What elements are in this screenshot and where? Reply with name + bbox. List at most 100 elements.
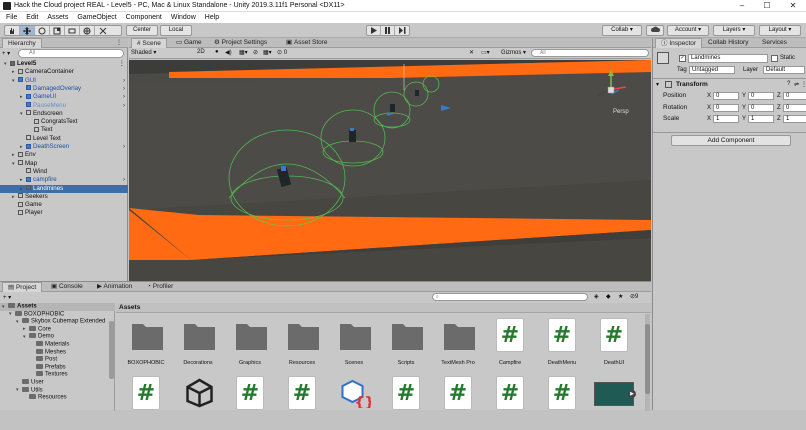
menu-edit[interactable]: Edit (26, 14, 38, 21)
transform-y-field[interactable]: 0 (748, 92, 774, 100)
asset-item[interactable]: # DeathMenu (536, 314, 588, 372)
project-tree-item[interactable]: ▾ Utils (0, 386, 115, 395)
hierarchy-item[interactable]: ▾ Level5 ⋮ (0, 60, 128, 68)
custom-tool-icon[interactable] (95, 26, 110, 35)
tab-inspector[interactable]: ⓘ Inspector (655, 38, 703, 48)
hierarchy-item[interactable]: ▾ Endscreen (0, 110, 128, 118)
hierarchy-item[interactable]: ▸ GameUI › (0, 93, 128, 101)
minimize-button[interactable]: – (730, 0, 754, 12)
menu-assets[interactable]: Assets (47, 14, 68, 21)
gizmos-dropdown[interactable]: Gizmos ▾ (501, 49, 526, 56)
project-tree-item[interactable]: Textures (0, 371, 115, 379)
menu-component[interactable]: Component (126, 14, 162, 21)
asset-item[interactable]: # (380, 372, 432, 430)
effects-icon[interactable]: ▦▾ (239, 49, 248, 56)
hidden-objects-icon[interactable]: ⊘ (253, 49, 258, 56)
hierarchy-item[interactable]: Player (0, 209, 128, 217)
asset-item[interactable]: # (276, 372, 328, 430)
tab-profiler[interactable]: ◔ Profiler (142, 282, 178, 292)
add-component-button[interactable]: Add Component (671, 135, 791, 146)
asset-item[interactable]: Resources (276, 314, 328, 372)
hierarchy-item[interactable]: CongratsText (0, 118, 128, 126)
tag-dropdown[interactable]: Untagged (689, 66, 735, 74)
static-checkbox[interactable] (771, 55, 778, 62)
asset-item[interactable]: # (432, 372, 484, 430)
help-icon[interactable]: ? (787, 81, 790, 87)
hierarchy-item[interactable]: ▸ DeathScreen › (0, 143, 128, 151)
transform-z-field[interactable]: 1 (783, 115, 806, 123)
asset-item[interactable]: Graphics (224, 314, 276, 372)
mode-2d-toggle[interactable]: 2D (197, 49, 205, 55)
prefab-open-icon[interactable]: › (123, 176, 125, 184)
scene-search-input[interactable]: All (531, 49, 649, 57)
prefab-open-icon[interactable]: › (123, 93, 125, 101)
axis-z-label[interactable]: Z (777, 105, 781, 111)
breadcrumb[interactable]: Assets (116, 303, 651, 313)
transform-z-field[interactable]: 0 (783, 103, 806, 112)
layer-dropdown[interactable]: Default (763, 66, 805, 74)
project-tree-item[interactable]: Post (0, 356, 115, 364)
transform-x-field[interactable]: 0 (713, 92, 739, 100)
asset-item[interactable]: # (536, 372, 588, 430)
hand-tool-icon[interactable] (5, 26, 20, 35)
lighting-icon[interactable]: ● (215, 49, 219, 55)
axis-z-label[interactable]: Z (777, 93, 781, 99)
hierarchy-item[interactable]: ▸ Env (0, 151, 128, 159)
asset-item[interactable]: # Campfire (484, 314, 536, 372)
axis-y-label[interactable]: Y (742, 116, 746, 122)
tab-project[interactable]: ▤ Project (2, 282, 43, 292)
tools-icon[interactable]: ✕ (469, 49, 474, 56)
asset-item[interactable]: # (120, 372, 172, 430)
prefab-open-icon[interactable]: › (123, 102, 125, 110)
tab-asset-store[interactable]: ▣ Asset Store (281, 38, 333, 48)
camera-icon[interactable]: ▭▾ (481, 49, 490, 56)
menu-window[interactable]: Window (171, 14, 196, 21)
asset-item[interactable]: Scripts (380, 314, 432, 372)
filter-label-icon[interactable]: ◆ (606, 293, 611, 300)
layers-dropdown[interactable]: Layers ▾ (713, 25, 755, 36)
step-icon[interactable] (395, 26, 409, 35)
hierarchy-item[interactable]: ▸ Landmines (0, 184, 128, 193)
hierarchy-add-button[interactable]: + ▾ (2, 50, 10, 57)
panel-menu-icon[interactable]: ⋮ (116, 39, 122, 46)
asset-item[interactable]: ▶ (588, 372, 640, 430)
project-tree-item[interactable]: User (0, 379, 115, 387)
axis-x-label[interactable]: X (707, 93, 711, 99)
hierarchy-item[interactable]: ▾ Map (0, 160, 128, 168)
transform-foldout[interactable]: ▾ (656, 81, 659, 88)
tab-scene[interactable]: # Scene (131, 38, 167, 48)
pause-icon[interactable] (381, 26, 396, 35)
space-toggle[interactable]: Local (160, 25, 192, 36)
asset-item[interactable]: Scenes (328, 314, 380, 372)
grid-scrollbar[interactable] (645, 314, 650, 411)
component-menu-icon[interactable]: ⋮ (801, 81, 806, 88)
transform-y-field[interactable]: 0 (748, 103, 774, 112)
project-tree-item[interactable]: Meshes (0, 348, 115, 357)
project-tree-item[interactable]: ▾ Assets (0, 303, 115, 311)
filter-type-icon[interactable]: ◈ (594, 293, 599, 300)
hierarchy-item[interactable]: ▾ GUI › (0, 77, 128, 85)
project-tree-item[interactable]: Materials (0, 341, 115, 349)
object-name-field[interactable]: Landmines (688, 54, 768, 63)
asset-item[interactable]: # (224, 372, 276, 430)
tab-animation[interactable]: ▶ Animation (92, 282, 137, 292)
grid-icon[interactable]: ▦▾ (263, 49, 272, 56)
axis-x-label[interactable]: X (707, 105, 711, 111)
tree-scrollbar[interactable] (109, 321, 114, 379)
transform-z-field[interactable]: 0 (783, 92, 806, 100)
axis-y-label[interactable]: Y (742, 105, 746, 111)
prefab-open-icon[interactable]: › (123, 85, 125, 93)
favorite-icon[interactable]: ★ (618, 293, 623, 300)
axis-x-label[interactable]: X (707, 116, 711, 122)
project-tree-item[interactable]: Resources (0, 394, 115, 402)
asset-item[interactable]: Decorations (172, 314, 224, 372)
transform-x-field[interactable]: 0 (713, 103, 739, 112)
hierarchy-search-input[interactable]: All (18, 49, 124, 58)
collab-dropdown[interactable]: Collab ▾ (602, 25, 642, 36)
account-dropdown[interactable]: Account ▾ (667, 25, 709, 36)
hierarchy-item[interactable]: ▸ campfire › (0, 176, 128, 184)
hierarchy-item[interactable]: ▸ Seekers (0, 193, 128, 201)
tab-hierarchy[interactable]: Hierarchy (2, 38, 42, 48)
prefab-open-icon[interactable]: › (123, 77, 125, 85)
hierarchy-item[interactable]: Game (0, 201, 128, 209)
